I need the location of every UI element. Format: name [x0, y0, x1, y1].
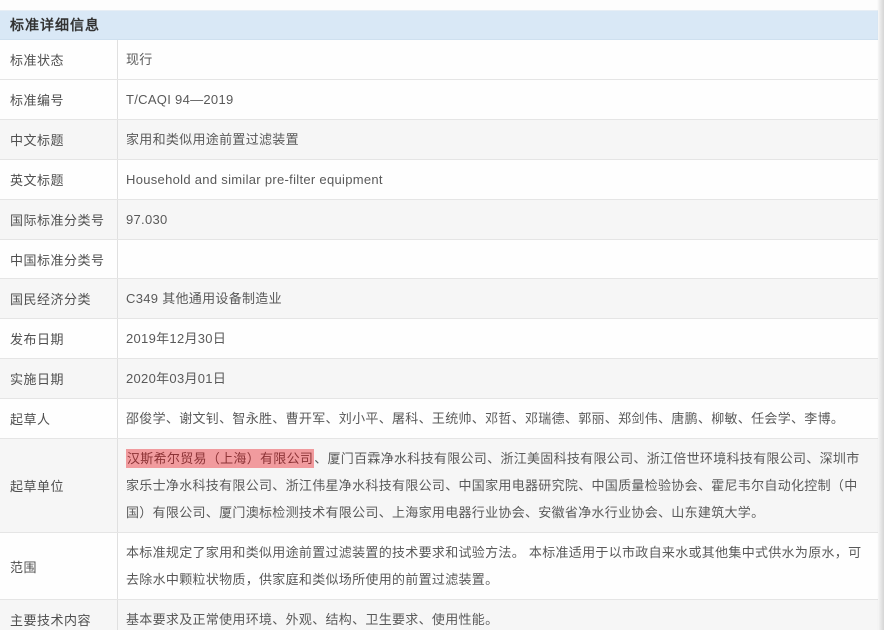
- panel-title: 标准详细信息: [10, 15, 100, 35]
- row-value-text: 家用和类似用途前置过滤装置: [126, 126, 299, 153]
- row-value: T/CAQI 94—2019: [118, 80, 878, 119]
- row-value: C349 其他通用设备制造业: [118, 279, 878, 318]
- details-table: 标准状态现行标准编号 T/CAQI 94—2019 中文标题家用和类似用途前置过滤装…: [0, 40, 878, 630]
- table-row: 起草单位汉斯希尔贸易（上海）有限公司、厦门百霖净水科技有限公司、浙江美固科技有限…: [0, 439, 878, 533]
- row-value-text: T/CAQI 94—2019: [126, 86, 234, 113]
- row-label: 中国标准分类号: [0, 240, 118, 278]
- row-label: 起草人: [0, 399, 118, 438]
- row-value-text: C349 其他通用设备制造业: [126, 285, 282, 312]
- row-label: 标准编号: [0, 80, 118, 119]
- row-value-text: Household and similar pre-filter equipme…: [126, 166, 383, 193]
- row-label: 国民经济分类: [0, 279, 118, 318]
- row-value: Household and similar pre-filter equipme…: [118, 160, 878, 199]
- row-value: 本标准规定了家用和类似用途前置过滤装置的技术要求和试验方法。 本标准适用于以市政…: [118, 533, 878, 599]
- row-value-text: 现行: [126, 46, 153, 73]
- row-label: 主要技术内容: [0, 600, 118, 630]
- page-right-edge-shadow: [877, 0, 884, 630]
- table-row: 标准编号 T/CAQI 94—2019: [0, 80, 878, 120]
- table-row: 起草人邵俊学、谢文钊、智永胜、曹开军、刘小平、屠科、王统帅、邓哲、邓瑞德、郭丽、…: [0, 399, 878, 439]
- row-label: 发布日期: [0, 319, 118, 358]
- row-value: 现行: [118, 40, 878, 79]
- row-value-text: 2019年12月30日: [126, 325, 226, 352]
- table-row: 发布日期 2019年12月30日: [0, 319, 878, 359]
- row-label: 英文标题: [0, 160, 118, 199]
- table-row: 英文标题 Household and similar pre-filter equ…: [0, 160, 878, 200]
- row-value-text: 97.030: [126, 206, 168, 233]
- row-label: 起草单位: [0, 439, 118, 532]
- row-value-text: 汉斯希尔贸易（上海）有限公司、厦门百霖净水科技有限公司、浙江美固科技有限公司、浙…: [126, 445, 864, 526]
- table-row: 中文标题家用和类似用途前置过滤装置: [0, 120, 878, 160]
- row-value: 汉斯希尔贸易（上海）有限公司、厦门百霖净水科技有限公司、浙江美固科技有限公司、浙…: [118, 439, 878, 532]
- row-label: 实施日期: [0, 359, 118, 398]
- row-value: 2020年03月01日: [118, 359, 878, 398]
- standard-detail-page: 标准详细信息 标准状态现行标准编号 T/CAQI 94—2019 中文标题家用和类似…: [0, 0, 884, 630]
- table-row: 标准状态现行: [0, 40, 878, 80]
- row-value: 97.030: [118, 200, 878, 239]
- table-row: 范围本标准规定了家用和类似用途前置过滤装置的技术要求和试验方法。 本标准适用于以…: [0, 533, 878, 600]
- row-value: 2019年12月30日: [118, 319, 878, 358]
- highlighted-company: 汉斯希尔贸易（上海）有限公司: [126, 449, 314, 468]
- row-value-text: 本标准规定了家用和类似用途前置过滤装置的技术要求和试验方法。 本标准适用于以市政…: [126, 539, 864, 593]
- table-row: 国民经济分类 C349 其他通用设备制造业: [0, 279, 878, 319]
- row-label: 标准状态: [0, 40, 118, 79]
- table-row: 主要技术内容基本要求及正常使用环境、外观、结构、卫生要求、使用性能。: [0, 600, 878, 630]
- row-value-text: 邵俊学、谢文钊、智永胜、曹开军、刘小平、屠科、王统帅、邓哲、邓瑞德、郭丽、郑剑伟…: [126, 405, 844, 432]
- table-row: 中国标准分类号: [0, 240, 878, 279]
- table-row: 实施日期 2020年03月01日: [0, 359, 878, 399]
- row-value: [118, 240, 878, 278]
- row-label: 国际标准分类号: [0, 200, 118, 239]
- panel-header: 标准详细信息: [0, 11, 878, 40]
- row-label: 范围: [0, 533, 118, 599]
- row-value-text: 基本要求及正常使用环境、外观、结构、卫生要求、使用性能。: [126, 606, 498, 630]
- standard-detail-panel: 标准详细信息 标准状态现行标准编号 T/CAQI 94—2019 中文标题家用和类似…: [0, 10, 878, 630]
- row-value: 基本要求及正常使用环境、外观、结构、卫生要求、使用性能。: [118, 600, 878, 630]
- row-value-text: 2020年03月01日: [126, 365, 226, 392]
- row-label: 中文标题: [0, 120, 118, 159]
- table-row: 国际标准分类号 97.030: [0, 200, 878, 240]
- row-value: 邵俊学、谢文钊、智永胜、曹开军、刘小平、屠科、王统帅、邓哲、邓瑞德、郭丽、郑剑伟…: [118, 399, 878, 438]
- row-value: 家用和类似用途前置过滤装置: [118, 120, 878, 159]
